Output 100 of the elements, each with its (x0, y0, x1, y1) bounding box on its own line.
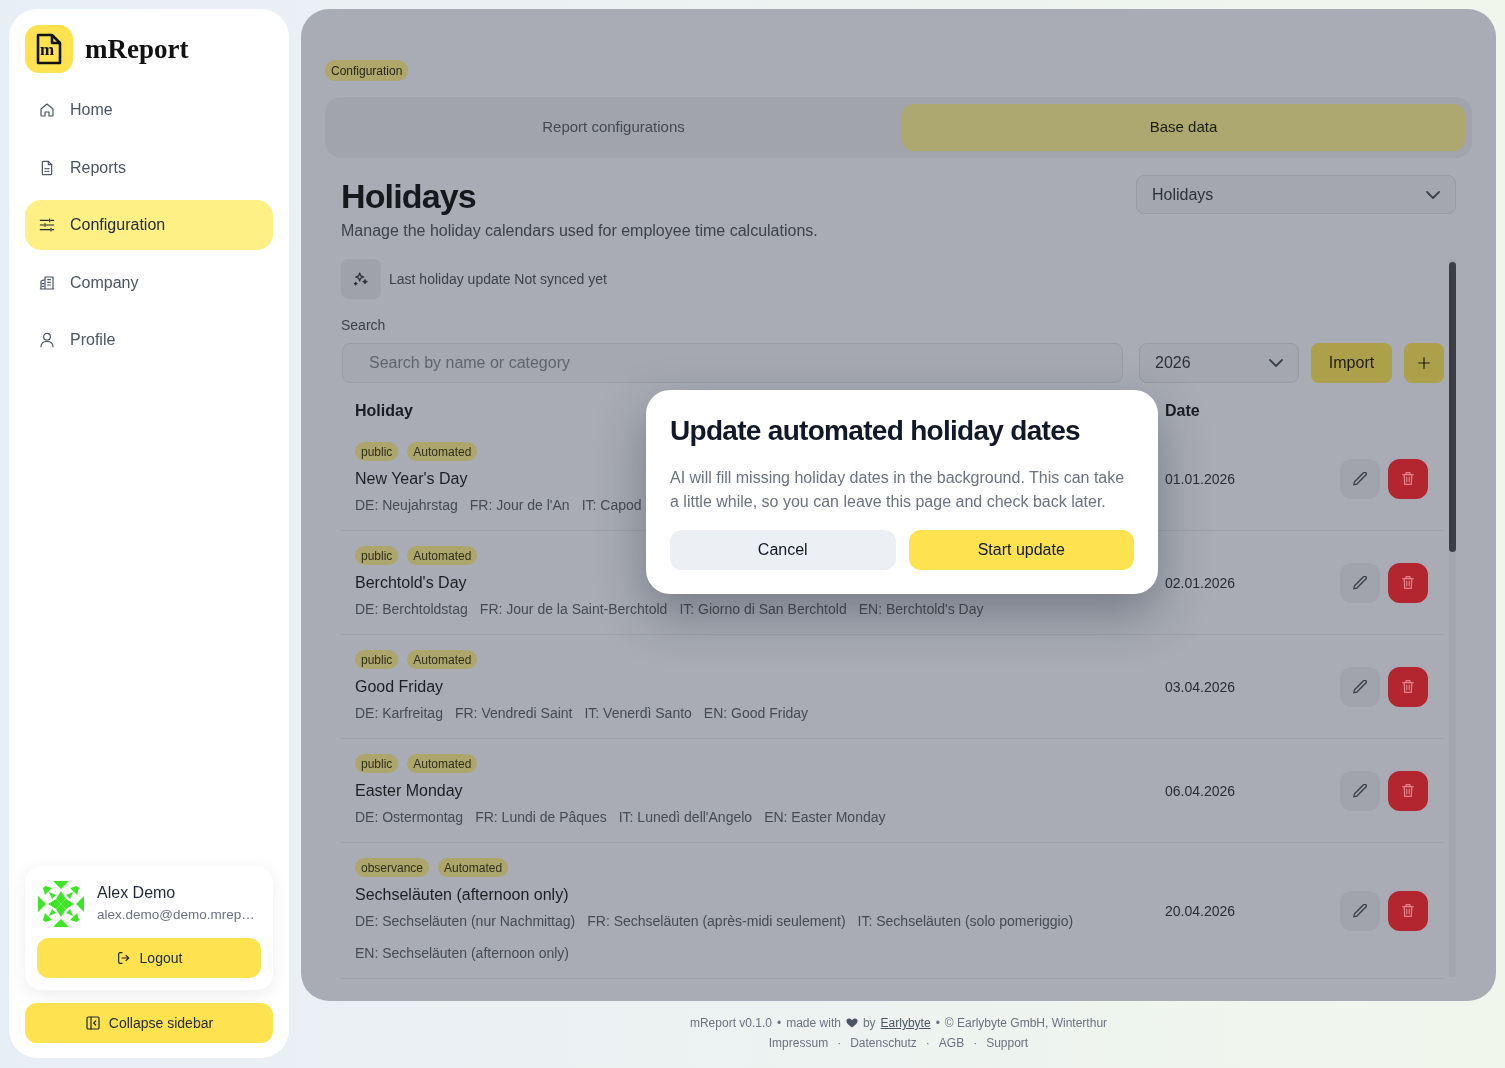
trash-icon (1402, 576, 1414, 589)
footer-link[interactable]: Datenschutz (850, 1035, 917, 1051)
tab[interactable]: Report configurations (332, 104, 895, 151)
tab[interactable]: Base data (902, 104, 1465, 151)
nav-item[interactable]: Home (25, 85, 273, 135)
footer-separator: • (935, 1015, 940, 1031)
trash-icon (1402, 904, 1414, 917)
holiday-name: Berchtold's Day (355, 573, 467, 593)
footer-separator: · (973, 1035, 978, 1051)
pencil-icon (1353, 471, 1367, 486)
dialog-message: AI will fill missing holiday dates in the background. This can take a little while, so you can leave this page and check back later. (670, 468, 1126, 512)
date-cell-text: 03.04.2026 (1165, 677, 1236, 697)
edit-button[interactable] (1340, 890, 1380, 931)
year-select[interactable]: 2026 (1139, 343, 1299, 383)
translation-text: FR: Jour de la Saint-Berchtold (479, 600, 668, 619)
chevron-down-icon (1269, 359, 1283, 367)
holiday-name: Good Friday (355, 677, 444, 697)
nav-item[interactable]: Configuration (25, 200, 273, 250)
scrollbar-thumb[interactable] (1449, 262, 1456, 552)
edit-button[interactable] (1340, 666, 1380, 707)
holiday-name: Easter Monday (355, 781, 463, 801)
delete-button[interactable] (1388, 770, 1428, 811)
footer-separator: · (925, 1035, 930, 1051)
home-icon (39, 102, 55, 118)
footer-link[interactable]: Earlybyte (880, 1015, 931, 1031)
translation-text: DE: Neujahrstag (355, 496, 458, 515)
heart-icon (845, 1017, 858, 1029)
delete-button[interactable] (1388, 562, 1428, 603)
translation-text: DE: Karfreitag (355, 704, 443, 723)
translation-text: EN: Easter Monday (764, 808, 886, 827)
translation-text: IT: Giorno di San Berchtold (679, 600, 847, 619)
translation-text: DE: Ostermontag (355, 808, 464, 827)
pencil-icon (1353, 575, 1367, 590)
user-name: Alex Demo (97, 883, 176, 903)
footer-separator: · (837, 1035, 842, 1051)
tag: Automated (407, 754, 478, 773)
plus-icon (1418, 357, 1430, 369)
sidebar-collapse-icon (84, 1015, 101, 1031)
translation-text: IT: Capod (581, 496, 642, 515)
pencil-icon (1353, 903, 1367, 918)
tag: observance (355, 858, 430, 877)
tag: public (355, 650, 399, 669)
tag: public (355, 546, 399, 565)
translation-text: EN: Berchtold's Day (858, 600, 984, 619)
trash-icon (1402, 680, 1414, 693)
date-cell-text: 02.01.2026 (1165, 573, 1236, 593)
chevron-down-icon (1426, 190, 1440, 199)
dialog-title: Update automated holiday dates (670, 414, 1081, 448)
document-icon (36, 33, 62, 65)
holiday-name: Sechseläuten (afternoon only) (355, 885, 569, 905)
collapse-sidebar-button[interactable]: Collapse sidebar (25, 1003, 273, 1043)
document-icon (39, 159, 55, 176)
sync-status: Last holiday update Not synced yet (389, 270, 607, 289)
edit-button[interactable] (1340, 562, 1380, 603)
delete-button[interactable] (1388, 890, 1428, 931)
pencil-icon (1353, 679, 1367, 694)
search-field[interactable]: Search by name or category (342, 343, 1123, 383)
import-button[interactable]: Import (1311, 343, 1392, 383)
page-subtitle: Manage the holiday calendars used for employee time calculations. (341, 221, 818, 241)
start-update-button[interactable]: Start update (908, 530, 1134, 570)
translation-text: FR: Vendredi Saint (454, 704, 573, 723)
footer-text: mReport v0.1.0 (689, 1015, 772, 1031)
footer-text: © Earlybyte GmbH, Winterthur (944, 1015, 1108, 1031)
add-button[interactable] (1404, 343, 1444, 383)
date-cell-text: 01.01.2026 (1165, 469, 1236, 489)
translation-text: FR: Lundi de Pâques (475, 808, 607, 827)
footer-link[interactable]: Impressum (768, 1035, 829, 1051)
logout-button[interactable]: Logout (37, 938, 261, 978)
translation-text: FR: Sechseläuten (après-midi seulement) (587, 912, 846, 931)
app-name: mReport (85, 33, 189, 65)
trash-icon (1402, 784, 1414, 797)
tag: public (355, 754, 399, 773)
translation-text: DE: Berchtoldstag (355, 600, 468, 619)
delete-button[interactable] (1388, 666, 1428, 707)
holiday-name: New Year's Day (355, 469, 468, 489)
footer-text: by (862, 1015, 876, 1031)
sparkles-icon (353, 271, 369, 287)
translation-text: IT: Lunedì dell'Angelo (618, 808, 753, 827)
cancel-button[interactable]: Cancel (670, 530, 896, 570)
nav-item[interactable]: Profile (25, 315, 273, 365)
tag: Automated (407, 650, 478, 669)
search-label: Search (341, 316, 386, 335)
tag: Automated (438, 858, 509, 877)
tag: Automated (407, 442, 478, 461)
edit-button[interactable] (1340, 770, 1380, 811)
date-cell-text: 06.04.2026 (1165, 781, 1236, 801)
nav-item[interactable]: Reports (25, 142, 273, 193)
nav-item[interactable]: Company (25, 257, 273, 308)
delete-button[interactable] (1388, 458, 1428, 499)
view-select[interactable]: Holidays (1136, 175, 1456, 214)
building-icon (39, 274, 55, 291)
column-header: Date (1165, 401, 1200, 421)
footer-link[interactable]: AGB (938, 1035, 965, 1051)
edit-button[interactable] (1340, 458, 1380, 499)
footer-link[interactable]: Support (986, 1035, 1029, 1051)
column-header: Holiday (355, 401, 413, 421)
ai-update-button[interactable] (341, 259, 381, 299)
date-cell-text: 20.04.2026 (1165, 901, 1236, 921)
tag: Automated (407, 546, 478, 565)
logo-letter: m (40, 42, 55, 58)
